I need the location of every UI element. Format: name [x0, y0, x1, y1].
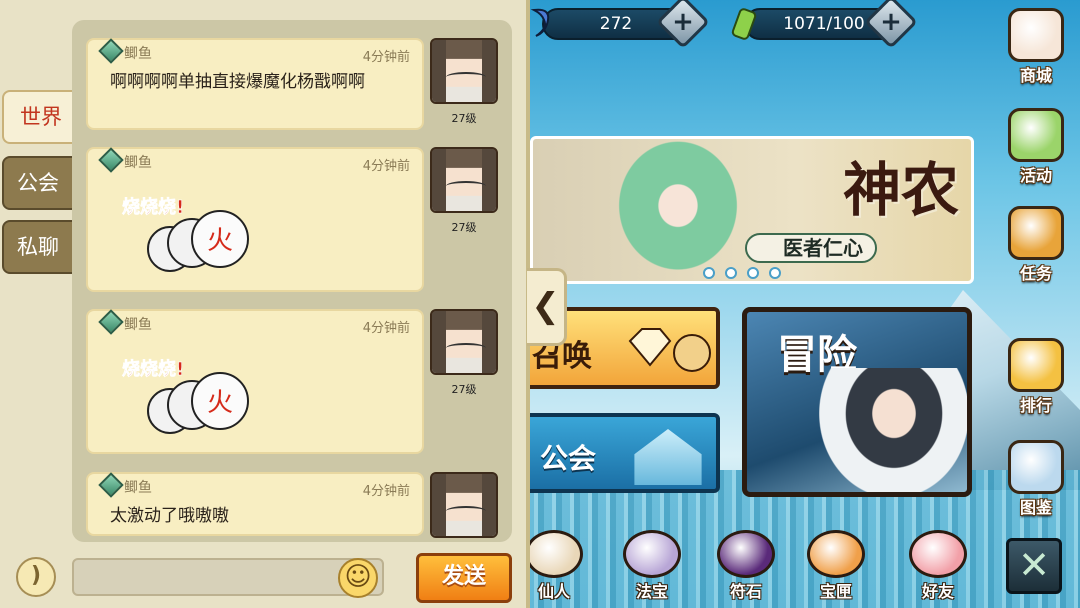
quests-button[interactable]: 任务 — [996, 206, 1076, 288]
codex-label: 图鉴 — [1019, 498, 1052, 517]
guild-hall-icon — [634, 429, 702, 485]
event-banner[interactable]: 神农 医者仁心 — [530, 136, 974, 284]
svg-text:火: 火 — [207, 226, 233, 256]
events-label: 活动 — [1019, 166, 1052, 185]
tab-world[interactable]: 世界 — [2, 90, 78, 144]
scroll-bag-icon — [1008, 206, 1064, 260]
shennong-character — [603, 139, 753, 281]
lucky-cat-icon — [1008, 8, 1064, 62]
voice-input-button[interactable]: ) — [16, 557, 56, 597]
octopus-icon — [909, 530, 967, 578]
treasures-button[interactable]: 法宝 — [612, 530, 692, 608]
rank-label: 排行 — [1019, 396, 1052, 415]
chat-message-list[interactable]: 鲫鱼 4分钟前 啊啊啊啊单抽直接爆魔化杨戬啊啊 27级 鲫鱼 4分钟前 火 烧烧… — [72, 20, 512, 542]
sender-name: 鲫鱼 — [124, 480, 152, 496]
banner-subtitle: 医者仁心 — [745, 233, 877, 263]
page-dot[interactable] — [747, 267, 759, 279]
sender-level: 27级 — [451, 383, 477, 396]
rune-stone-icon — [717, 530, 775, 578]
message-time: 4分钟前 — [362, 50, 410, 65]
message-time: 4分钟前 — [362, 321, 410, 336]
send-button[interactable]: 发送 — [416, 553, 512, 603]
page-dot[interactable] — [703, 267, 715, 279]
chests-label: 宝匣 — [819, 582, 852, 601]
rank-badge-icon — [98, 38, 124, 64]
plus-icon: + — [880, 6, 902, 37]
message-text: 啊啊啊啊单抽直接爆魔化杨戬啊啊 — [110, 72, 365, 92]
sender-avatar[interactable] — [430, 147, 498, 213]
hero-portrait — [819, 368, 967, 492]
rank-button[interactable]: 排行 — [996, 338, 1076, 420]
fire-sticker-icon: 火 烧烧烧! — [122, 197, 249, 272]
rank-badge-icon — [98, 309, 124, 335]
sender-avatar[interactable] — [430, 38, 498, 104]
runes-button[interactable]: 符石 — [706, 530, 786, 608]
collapse-chat-button[interactable]: ❮ — [527, 268, 567, 346]
close-menu-button[interactable]: ✕ — [1006, 538, 1062, 594]
sticker-text: 烧烧烧! — [122, 197, 184, 218]
sender-avatar[interactable] — [430, 472, 498, 538]
tab-guild[interactable]: 公会 — [2, 156, 74, 210]
treasure-icon — [623, 530, 681, 578]
quests-label: 任务 — [1019, 264, 1052, 283]
chat-message: 鲫鱼 4分钟前 啊啊啊啊单抽直接爆魔化杨戬啊啊 — [86, 38, 424, 130]
shop-button[interactable]: 商城 — [996, 8, 1076, 90]
friends-label: 好友 — [921, 582, 954, 601]
chat-message: 鲫鱼 4分钟前 太激动了哦嗷嗷 — [86, 472, 424, 536]
message-time: 4分钟前 — [362, 484, 410, 499]
sender-name: 鲫鱼 — [124, 155, 152, 171]
trophy-icon — [1008, 338, 1064, 392]
runes-label: 符石 — [729, 582, 762, 601]
page-dot[interactable] — [769, 267, 781, 279]
sender-level: 27级 — [451, 112, 477, 125]
codex-button[interactable]: 图鉴 — [996, 440, 1076, 522]
chat-panel: 世界 公会 私聊 鲫鱼 4分钟前 啊啊啊啊单抽直接爆魔化杨戬啊啊 27级 鲫鱼 … — [0, 0, 530, 608]
rank-badge-icon — [98, 472, 124, 498]
sender-name: 鲫鱼 — [124, 46, 152, 62]
treasure-bag-icon — [807, 530, 865, 578]
events-button[interactable]: 活动 — [996, 108, 1076, 190]
shop-label: 商城 — [1019, 66, 1052, 85]
message-text: 太激动了哦嗷嗷 — [110, 506, 229, 526]
tab-private[interactable]: 私聊 — [2, 220, 74, 274]
page-dot[interactable] — [725, 267, 737, 279]
friends-button[interactable]: 好友 — [898, 530, 978, 608]
immortal-icon — [525, 530, 583, 578]
treasures-label: 法宝 — [635, 582, 668, 601]
chat-message: 鲫鱼 4分钟前 火 烧烧烧! — [86, 147, 424, 292]
fire-sticker-icon: 火 烧烧烧! — [122, 359, 249, 434]
diamond-icon — [628, 328, 711, 372]
sender-name: 鲫鱼 — [124, 317, 152, 333]
chests-button[interactable]: 宝匣 — [796, 530, 876, 608]
emoji-button[interactable]: ☺ — [338, 558, 378, 598]
message-time: 4分钟前 — [362, 159, 410, 174]
guild-label: 公会 — [540, 442, 597, 475]
banner-title: 神农 — [843, 156, 960, 224]
guild-button[interactable]: 公会 — [522, 413, 720, 493]
adventure-button[interactable]: 冒险 — [742, 307, 972, 497]
bamboo-scroll-icon — [731, 8, 757, 40]
gift-box-icon — [1008, 108, 1064, 162]
plus-icon: + — [672, 6, 694, 37]
chat-message: 鲫鱼 4分钟前 火 烧烧烧! — [86, 309, 424, 454]
rank-badge-icon — [98, 147, 124, 173]
banner-page-dots — [703, 267, 781, 279]
gem-icon — [530, 8, 550, 37]
svg-text:火: 火 — [207, 388, 233, 418]
sticker-text: 烧烧烧! — [122, 359, 184, 380]
sender-avatar[interactable] — [430, 309, 498, 375]
sender-level: 27级 — [451, 221, 477, 234]
book-icon — [1008, 440, 1064, 494]
